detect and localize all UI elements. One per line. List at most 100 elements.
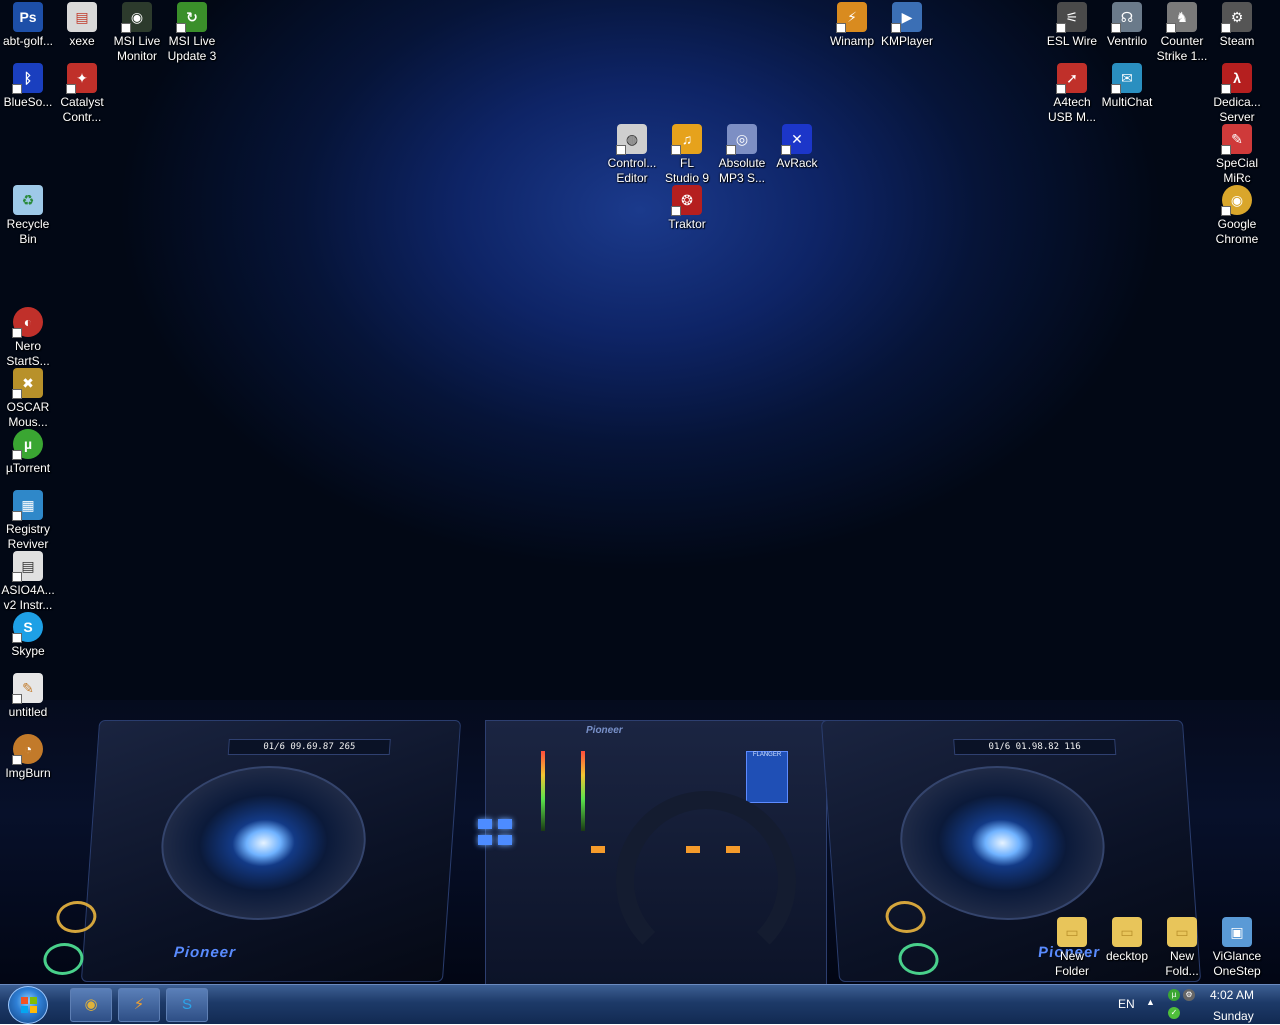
desktop-icon-utorrent[interactable]: µ µTorrent <box>0 429 56 476</box>
desktop-icon-google-chrome[interactable]: ◉ Google Chrome <box>1209 185 1265 247</box>
desktop-icon-absolute-mp3[interactable]: ◎ Absolute MP3 S... <box>714 124 770 186</box>
fl-studio-icon: ♫ <box>671 124 702 155</box>
desktop-icon-fl-studio[interactable]: ♫ FL Studio 9 <box>659 124 715 186</box>
esl-wire-icon: ⚟ <box>1056 2 1087 33</box>
desktop-icon-label: Winamp <box>829 34 874 48</box>
desktop-icon-label: ASIO4A... v2 Instr... <box>1 583 55 612</box>
mirc-icon: ✎ <box>1221 124 1252 155</box>
skype-icon: S <box>12 612 43 643</box>
desktop-icon-registry-reviver[interactable]: ▦ Registry Reviver <box>0 490 56 552</box>
desktop-icon-viglance[interactable]: ▣ ViGlance OneStep <box>1209 917 1265 979</box>
desktop-icon-label: AvRack <box>776 156 818 170</box>
desktop-icon-special-mirc[interactable]: ✎ SpeCial MiRc <box>1209 124 1265 186</box>
steam-tray-icon[interactable]: ⚙ <box>1183 989 1195 1001</box>
mixer-level-meter <box>581 751 585 831</box>
desktop-icon-control-editor[interactable]: ◍ Control... Editor <box>604 124 660 186</box>
desktop-icon-label: ESL Wire <box>1046 34 1098 48</box>
desktop-icon-skype[interactable]: S Skype <box>0 612 56 659</box>
desktop-icon-label: FL Studio 9 <box>664 156 710 185</box>
desktop-icon-msi-live-monitor[interactable]: ◉ MSI Live Monitor <box>109 2 165 64</box>
desktop-icon-label: Google Chrome <box>1215 217 1259 246</box>
photoshop-file-icon: Ps <box>13 2 43 32</box>
mixer-pad <box>478 819 492 829</box>
language-indicator[interactable]: EN <box>1118 997 1135 1011</box>
desktop-icon-winamp[interactable]: ⚡ Winamp <box>824 2 880 49</box>
desktop-icon-multichat[interactable]: ✉ MultiChat <box>1099 63 1155 110</box>
desktop-icon-traktor[interactable]: ❂ Traktor <box>659 185 715 232</box>
desktop-icon-label: Traktor <box>668 217 706 231</box>
desktop-icon-bluesoleil[interactable]: ᛒ BlueSo... <box>0 63 56 110</box>
desktop-icon-esl-wire[interactable]: ⚟ ESL Wire <box>1044 2 1100 49</box>
desktop-icon-label: Absolute MP3 S... <box>718 156 766 185</box>
taskbar-winamp-button[interactable]: ⚡ <box>118 988 160 1022</box>
chrome-icon: ◉ <box>1221 185 1252 216</box>
registry-reviver-icon: ▦ <box>12 490 43 521</box>
desktop-icon-counter-strike[interactable]: ♞ Counter Strike 1... <box>1154 2 1210 64</box>
left-jog-wheel <box>156 766 371 920</box>
taskbar-chrome-button[interactable]: ◉ <box>70 988 112 1022</box>
desktop-icon-imgburn[interactable]: ◔ ImgBurn <box>0 734 56 781</box>
right-play-ring <box>897 943 940 975</box>
desktop-icon-label: untitled <box>8 705 48 719</box>
desktop-icon-label: MSI Live Monitor <box>113 34 161 63</box>
desktop-icon-label: A4tech USB M... <box>1047 95 1096 124</box>
desktop-icon-asio4all[interactable]: ▤ ASIO4A... v2 Instr... <box>0 551 56 613</box>
desktop[interactable]: 01/6 09.69.87 265 Pioneer Pioneer FLANGE… <box>0 0 1280 984</box>
oscar-mouse-icon: ✖ <box>12 368 43 399</box>
desktop-icon-label: Nero StartS... <box>6 339 50 368</box>
desktop-icon-new-folder[interactable]: ▭ New Folder <box>1044 917 1100 979</box>
mixer-fx-screen: FLANGER <box>746 751 788 803</box>
desktop-icon-label: Ventrilo <box>1106 34 1148 48</box>
security-tray-icon[interactable]: ✓ <box>1168 1007 1180 1019</box>
traktor-icon: ❂ <box>671 185 702 216</box>
desktop-icon-nero[interactable]: ◐ Nero StartS... <box>0 307 56 369</box>
desktop-icon-label: Registry Reviver <box>5 522 50 551</box>
folder-icon: ▭ <box>1057 917 1087 947</box>
clock-day[interactable]: Sunday <box>1213 1009 1254 1023</box>
ventrilo-icon: ☊ <box>1111 2 1142 33</box>
desktop-icon-label: MultiChat <box>1101 95 1153 109</box>
taskbar: ◉ ⚡ S EN ▲ µ ⚙ ✓ 4:02 AM Sunday <box>0 984 1280 1024</box>
taskbar-skype-button[interactable]: S <box>166 988 208 1022</box>
desktop-icon-oscar-mouse[interactable]: ✖ OSCAR Mous... <box>0 368 56 430</box>
mixer-orange-button <box>726 846 740 853</box>
desktop-icon-label: MSI Live Update 3 <box>167 34 217 63</box>
nero-icon: ◐ <box>12 307 43 338</box>
desktop-icon-recycle-bin[interactable]: ♻ Recycle Bin <box>0 185 56 247</box>
desktop-icon-msi-live-update[interactable]: ↻ MSI Live Update 3 <box>164 2 220 64</box>
desktop-icon-label: Steam <box>1219 34 1255 48</box>
desktop-icon-abt-golf[interactable]: Ps abt-golf... <box>0 2 56 49</box>
desktop-icon-label: decktop <box>1105 949 1149 963</box>
mixer-pad <box>478 835 492 845</box>
desktop-icon-xexe[interactable]: ▤ xexe <box>54 2 110 49</box>
desktop-icon-catalyst-control[interactable]: ✦ Catalyst Contr... <box>54 63 110 125</box>
desktop-icon-kmplayer[interactable]: ▶ KMPlayer <box>879 2 935 49</box>
desktop-icon-label: New Fold... <box>1165 949 1199 978</box>
desktop-icon-new-folder-2[interactable]: ▭ New Fold... <box>1154 917 1210 979</box>
desktop-icon-label: Skype <box>11 644 45 658</box>
desktop-icon-label: Dedica... Server <box>1213 95 1261 124</box>
desktop-icon-avrack[interactable]: ✕ AvRack <box>769 124 825 171</box>
show-hidden-icons-arrow-icon[interactable]: ▲ <box>1146 997 1155 1007</box>
folder-icon: ▭ <box>1112 917 1142 947</box>
wallpaper-mixer: Pioneer FLANGER <box>478 720 827 984</box>
skype-icon: S <box>181 996 192 1013</box>
desktop-icon-label: Control... Editor <box>607 156 657 185</box>
desktop-icon-dedicated-server[interactable]: λ Dedica... Server <box>1209 63 1265 125</box>
desktop-icon-untitled[interactable]: ✎ untitled <box>0 673 56 720</box>
folder-icon: ▭ <box>1167 917 1197 947</box>
desktop-icon-a4tech-usb[interactable]: ➚ A4tech USB M... <box>1044 63 1100 125</box>
start-button[interactable] <box>8 986 48 1024</box>
mixer-orange-button <box>591 846 605 853</box>
desktop-icon-steam[interactable]: ⚙ Steam <box>1209 2 1265 49</box>
winamp-icon: ⚡ <box>133 996 145 1013</box>
right-deck-display: 01/6 01.98.82 116 <box>953 739 1117 755</box>
left-cue-ring <box>55 901 98 933</box>
utorrent-tray-icon[interactable]: µ <box>1168 989 1180 1001</box>
counter-strike-icon: ♞ <box>1166 2 1197 33</box>
system-tray: EN ▲ µ ⚙ ✓ 4:02 AM Sunday <box>1110 985 1280 1025</box>
desktop-icon-ventrilo[interactable]: ☊ Ventrilo <box>1099 2 1155 49</box>
clock-time[interactable]: 4:02 AM <box>1210 988 1254 1002</box>
desktop-icon-decktop[interactable]: ▭ decktop <box>1099 917 1155 964</box>
msi-live-monitor-icon: ◉ <box>121 2 152 33</box>
